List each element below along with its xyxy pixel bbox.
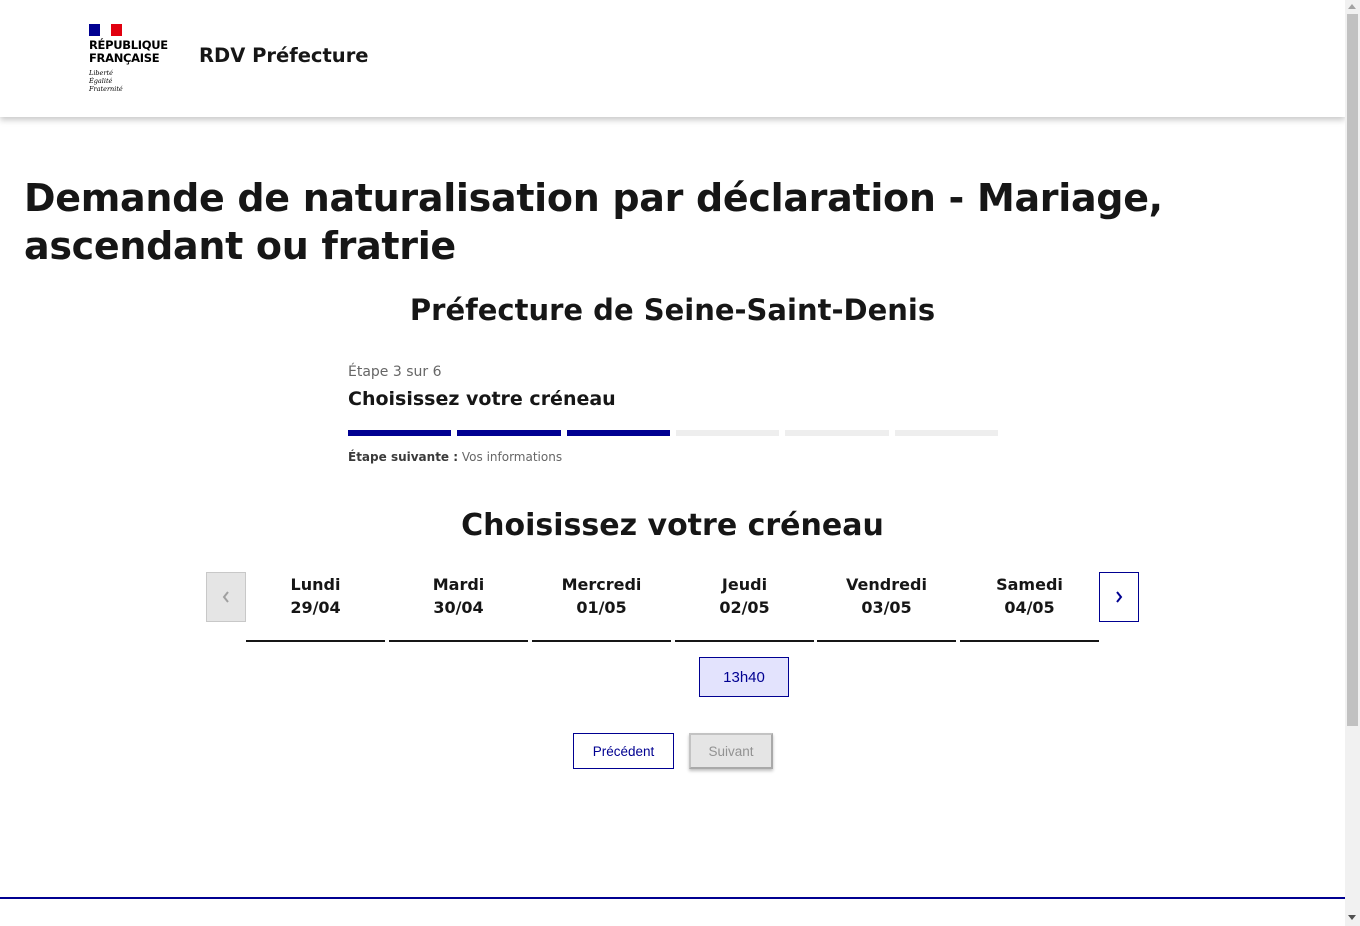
- day-name: Jeudi: [721, 575, 768, 594]
- step-title: Choisissez votre créneau: [348, 388, 616, 410]
- slot-section-title: Choisissez votre créneau: [461, 508, 884, 543]
- day-date: 30/04: [433, 598, 484, 617]
- day-date: 03/05: [861, 598, 912, 617]
- french-flag-icon: [89, 24, 122, 36]
- page-scrollbar[interactable]: [1345, 0, 1360, 926]
- time-slot-button[interactable]: 13h40: [699, 657, 789, 697]
- previous-button[interactable]: Précédent: [573, 733, 674, 769]
- step-next: Étape suivante : Vos informations: [348, 450, 562, 464]
- day-date: 04/05: [1004, 598, 1055, 617]
- day-date: 01/05: [576, 598, 627, 617]
- step-bar-4: [676, 430, 780, 436]
- step-bar-6: [894, 430, 998, 436]
- chevron-left-icon: [222, 591, 229, 603]
- step-bar-5: [785, 430, 889, 436]
- day-column-lundi: Lundi 29/04: [246, 572, 385, 642]
- logo-text-line2: FRANÇAISE: [89, 51, 160, 65]
- next-button[interactable]: Suivant: [689, 733, 773, 769]
- logo-text: RÉPUBLIQUE FRANÇAISE: [89, 39, 171, 65]
- chevron-right-icon: [1116, 591, 1123, 603]
- day-date: 02/05: [719, 598, 770, 617]
- day-column-samedi: Samedi 04/05: [960, 572, 1099, 642]
- step-bar-3: [566, 430, 670, 436]
- motto-egalite: Égalité: [89, 77, 113, 85]
- motto-fraternite: Fraternité: [89, 85, 123, 93]
- site-header: RÉPUBLIQUE FRANÇAISE Liberté Égalité Fra…: [0, 0, 1345, 117]
- next-days-button[interactable]: [1099, 572, 1139, 622]
- step-progress-bars: [348, 430, 998, 436]
- scroll-down-arrow-icon[interactable]: [1348, 915, 1356, 920]
- step-count: Étape 3 sur 6: [348, 364, 442, 380]
- prefecture-title: Préfecture de Seine-Saint-Denis: [409, 293, 936, 327]
- day-column-mercredi: Mercredi 01/05: [532, 572, 671, 642]
- page-title: Demande de naturalisation par déclaratio…: [24, 176, 1163, 268]
- service-name[interactable]: RDV Préfecture: [199, 44, 369, 67]
- day-name: Mercredi: [561, 575, 642, 594]
- day-name: Samedi: [996, 575, 1063, 594]
- step-bar-1: [348, 430, 452, 436]
- day-name: Lundi: [290, 575, 341, 594]
- republique-francaise-logo[interactable]: RÉPUBLIQUE FRANÇAISE Liberté Égalité Fra…: [89, 24, 171, 96]
- scroll-up-arrow-icon[interactable]: [1348, 4, 1356, 9]
- day-name: Vendredi: [846, 575, 927, 594]
- motto-liberte: Liberté: [89, 69, 113, 77]
- previous-days-button[interactable]: [206, 572, 246, 622]
- stepper: Étape 3 sur 6 Choisissez votre créneau É…: [348, 364, 998, 464]
- step-next-value: Vos informations: [461, 450, 563, 464]
- scrollbar-thumb[interactable]: [1347, 14, 1358, 726]
- logo-motto: Liberté Égalité Fraternité: [89, 69, 171, 93]
- step-next-label: Étape suivante :: [348, 450, 459, 464]
- day-column-jeudi: Jeudi 02/05: [675, 572, 814, 642]
- day-column-mardi: Mardi 30/04: [389, 572, 528, 642]
- footer-border: [0, 897, 1345, 899]
- day-name: Mardi: [432, 575, 485, 594]
- step-bar-2: [457, 430, 561, 436]
- day-date: 29/04: [290, 598, 341, 617]
- day-column-vendredi: Vendredi 03/05: [817, 572, 956, 642]
